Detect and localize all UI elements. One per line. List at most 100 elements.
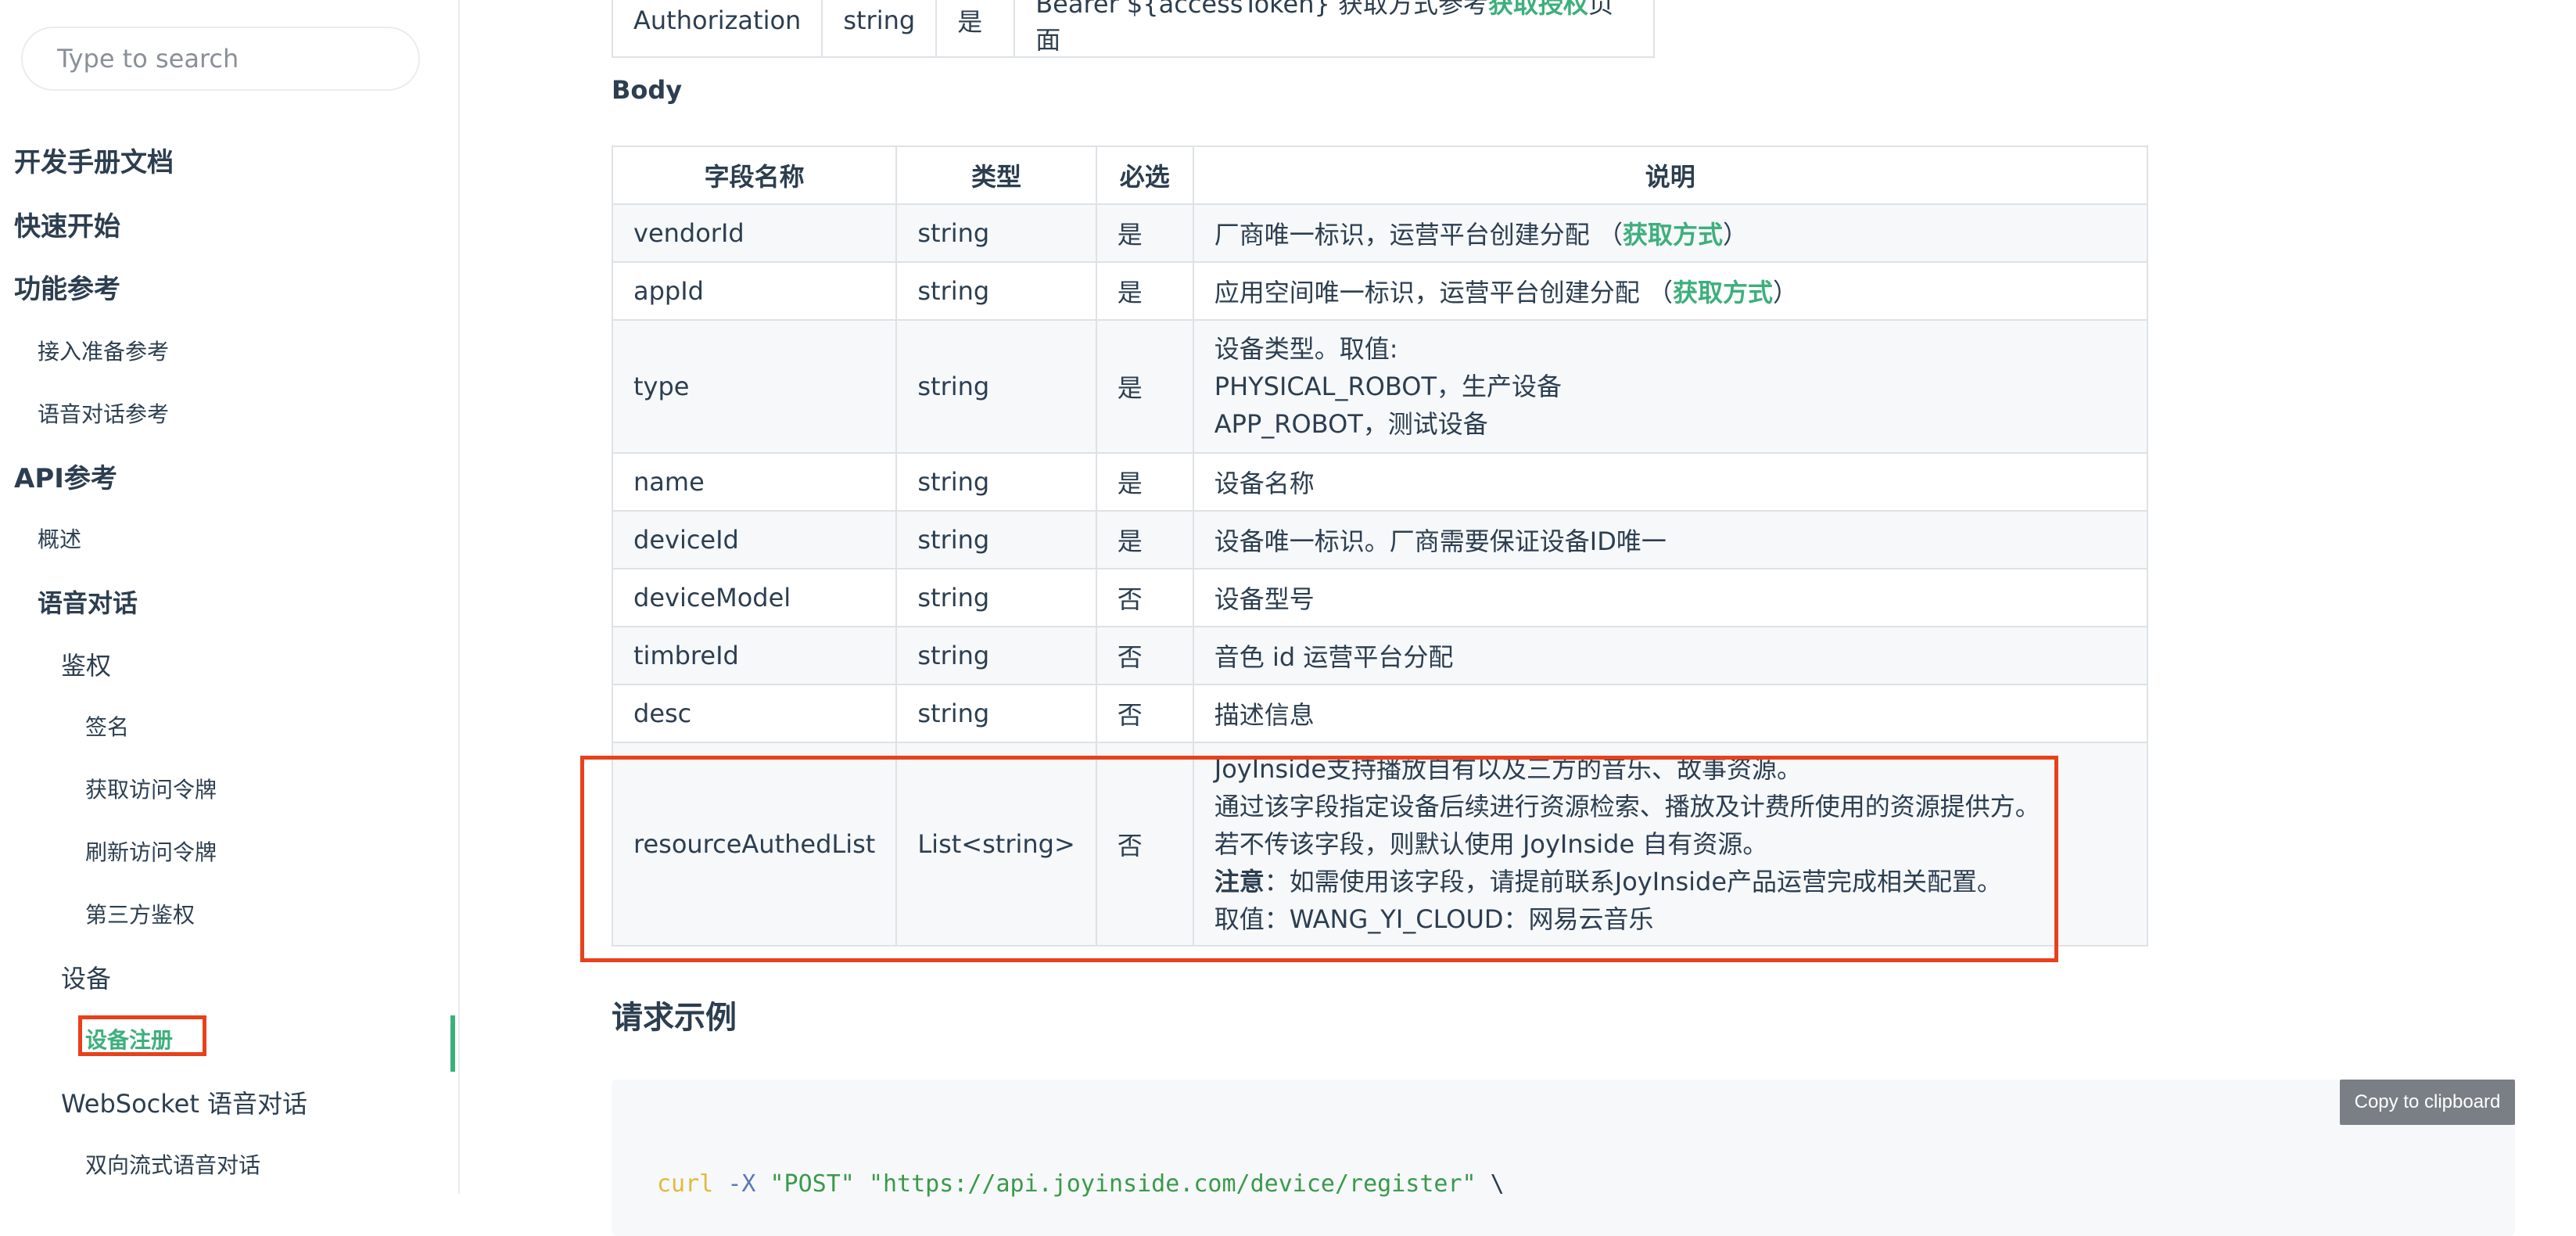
sidebar-item-integration-prep[interactable]: 接入准备参考 — [38, 335, 169, 366]
field-type: string — [895, 261, 1097, 321]
field-type: string — [895, 203, 1097, 263]
field-desc: 设备类型。取值: PHYSICAL_ROBOT，生产设备 APP_ROBOT，测… — [1192, 319, 2148, 454]
request-example-title: 请求示例 — [612, 1000, 737, 1036]
sidebar-item-api-ref[interactable]: API参考 — [14, 457, 117, 495]
desc-text: 厂商唯一标识，运营平台创建分配 （ — [1214, 220, 1623, 250]
table-row: desc string 否 描述信息 — [611, 684, 2148, 743]
get-auth-link[interactable]: 获取授权 — [1488, 0, 1588, 19]
param-required: 是 — [935, 0, 1016, 58]
field-name: type — [611, 319, 898, 454]
field-type: string — [895, 452, 1097, 512]
desc-line: APP_ROBOT，测试设备 — [1214, 409, 1488, 439]
field-name: resourceAuthedList — [611, 742, 898, 947]
field-desc: 设备型号 — [1192, 568, 2148, 627]
table-row: resourceAuthedList List<string> 否 JoyIns… — [611, 742, 2148, 947]
header-params-table: Authorization string 是 Bearer ${accessTo… — [611, 0, 1656, 58]
col-header-type: 类型 — [895, 146, 1097, 205]
code-block: Copy to clipboard curl -X "POST" "https:… — [612, 1080, 2515, 1236]
field-type: string — [895, 568, 1097, 627]
desc-line: 注意：如需使用该字段，请提前联系JoyInside产品运营完成相关配置。 — [1214, 863, 2126, 900]
table-row: deviceModel string 否 设备型号 — [611, 568, 2148, 627]
field-required: 否 — [1095, 684, 1194, 743]
copy-to-clipboard-button[interactable]: Copy to clipboard — [2340, 1080, 2515, 1125]
note-text: ：如需使用该字段，请提前联系JoyInside产品运营完成相关配置。 — [1264, 867, 2003, 896]
field-name: timbreId — [611, 626, 898, 685]
main-content: Authorization string 是 Bearer ${accessTo… — [458, 0, 2576, 1236]
field-desc: 描述信息 — [1192, 684, 2148, 743]
field-type: string — [895, 319, 1097, 454]
field-required: 是 — [1095, 319, 1194, 454]
desc-text: 应用空间唯一标识，运营平台创建分配 （ — [1214, 278, 1673, 307]
table-header-row: 字段名称 类型 必选 说明 — [611, 146, 2148, 205]
field-type: string — [895, 510, 1097, 569]
desc-line: 取值：WANG_YI_CLOUD：网易云音乐 — [1214, 904, 1654, 934]
body-params-table: 字段名称 类型 必选 说明 vendorId string 是 厂商唯一标识，运… — [611, 146, 2148, 947]
field-desc: 音色 id 运营平台分配 — [1192, 626, 2148, 685]
desc-text: Bearer ${accessToken} 获取方式参考 — [1035, 0, 1489, 19]
field-required: 否 — [1095, 742, 1194, 947]
table-row: Authorization string 是 Bearer ${accessTo… — [611, 0, 1656, 58]
body-heading: Body — [612, 75, 683, 105]
how-to-get-link[interactable]: 获取方式 — [1673, 278, 1773, 307]
field-desc: 应用空间唯一标识，运营平台创建分配 （获取方式） — [1192, 261, 2148, 321]
table-row: vendorId string 是 厂商唯一标识，运营平台创建分配 （获取方式） — [611, 203, 2148, 263]
field-desc: 设备唯一标识。厂商需要保证设备ID唯一 — [1192, 510, 2148, 569]
sidebar-item-quick-start[interactable]: 快速开始 — [14, 205, 120, 243]
sidebar-item-signature[interactable]: 签名 — [85, 710, 129, 742]
table-row: appId string 是 应用空间唯一标识，运营平台创建分配 （获取方式） — [611, 261, 2148, 321]
sidebar-item-auth[interactable]: 鉴权 — [61, 646, 111, 682]
sidebar-item-bidirectional-stream[interactable]: 双向流式语音对话 — [85, 1148, 260, 1180]
sidebar-item-refresh-token[interactable]: 刷新访问令牌 — [85, 835, 217, 867]
field-required: 是 — [1095, 203, 1194, 263]
note-label: 注意 — [1214, 867, 1265, 896]
field-desc: 设备名称 — [1192, 452, 2148, 512]
field-name: deviceModel — [611, 568, 898, 627]
sidebar-item-voice-dialog-ref[interactable]: 语音对话参考 — [38, 397, 169, 429]
field-required: 是 — [1095, 261, 1194, 321]
sidebar-item-voice-dialog[interactable]: 语音对话 — [38, 584, 138, 620]
table-row: type string 是 设备类型。取值: PHYSICAL_ROBOT，生产… — [611, 319, 2148, 454]
field-required: 否 — [1095, 568, 1194, 627]
desc-line: JoyInside支持播放自有以及三方的音乐、故事资源。 — [1214, 754, 1803, 784]
sidebar-item-overview[interactable]: 概述 — [38, 523, 81, 554]
field-desc: 厂商唯一标识，运营平台创建分配 （获取方式） — [1192, 203, 2148, 263]
sidebar-item-third-party-auth[interactable]: 第三方鉴权 — [85, 898, 195, 929]
field-required: 是 — [1095, 452, 1194, 512]
desc-line: 若不传该字段，则默认使用 JoyInside 自有资源。 — [1214, 829, 1768, 859]
search-input[interactable] — [21, 27, 420, 91]
field-name: name — [611, 452, 898, 512]
sidebar-item-get-token[interactable]: 获取访问令牌 — [85, 773, 217, 804]
field-type: string — [895, 684, 1097, 743]
sidebar-item-device-register[interactable]: 设备注册 — [85, 1023, 173, 1055]
desc-line: 通过该字段指定设备后续进行资源检索、播放及计费所使用的资源提供方。 — [1214, 792, 2040, 821]
param-desc: Bearer ${accessToken} 获取方式参考获取授权页面 — [1014, 0, 1656, 58]
field-name: deviceId — [611, 510, 898, 569]
field-required: 否 — [1095, 626, 1194, 685]
col-header-name: 字段名称 — [611, 146, 898, 205]
active-indicator — [450, 1015, 455, 1072]
param-name: Authorization — [611, 0, 823, 58]
field-type: List<string> — [895, 742, 1097, 947]
how-to-get-link[interactable]: 获取方式 — [1623, 220, 1723, 250]
field-desc: JoyInside支持播放自有以及三方的音乐、故事资源。 通过该字段指定设备后续… — [1192, 742, 2148, 947]
sidebar-item-dev-manual[interactable]: 开发手册文档 — [14, 141, 174, 179]
sidebar-item-websocket-voice[interactable]: WebSocket 语音对话 — [61, 1084, 307, 1120]
table-row: timbreId string 否 音色 id 运营平台分配 — [611, 626, 2148, 685]
col-header-desc: 说明 — [1192, 146, 2148, 205]
param-type: string — [821, 0, 938, 58]
field-name: desc — [611, 684, 898, 743]
sidebar-item-device[interactable]: 设备 — [61, 959, 111, 995]
desc-end: ） — [1772, 278, 1798, 307]
field-required: 是 — [1095, 510, 1194, 569]
table-row: name string 是 设备名称 — [611, 452, 2148, 512]
desc-line: PHYSICAL_ROBOT，生产设备 — [1214, 372, 1562, 401]
field-name: appId — [611, 261, 898, 321]
desc-line: 设备类型。取值: — [1214, 334, 1398, 364]
table-row: deviceId string 是 设备唯一标识。厂商需要保证设备ID唯一 — [611, 510, 2148, 569]
sidebar-item-feature-ref[interactable]: 功能参考 — [14, 268, 120, 306]
field-type: string — [895, 626, 1097, 685]
field-name: vendorId — [611, 203, 898, 263]
col-header-required: 必选 — [1095, 146, 1194, 205]
sidebar: 开发手册文档 快速开始 功能参考 接入准备参考 语音对话参考 API参考 概述 … — [0, 0, 460, 1194]
desc-end: ） — [1722, 220, 1748, 250]
